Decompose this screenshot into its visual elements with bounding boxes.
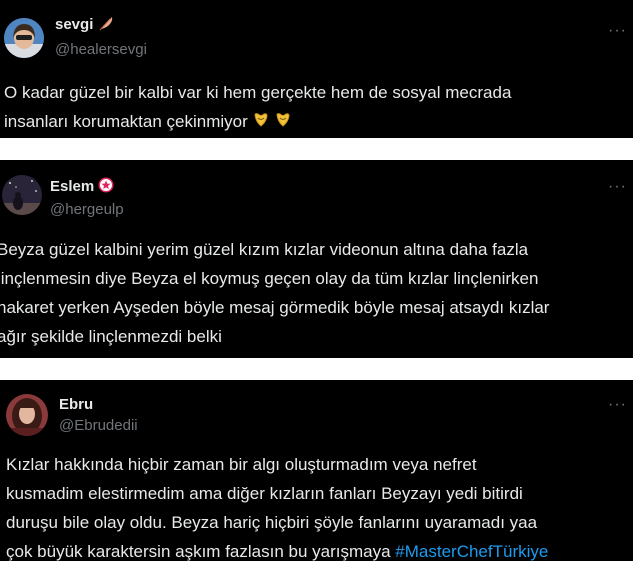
tweet-text-line: Kızlar hakkında hiçbir zaman bir algı ol… — [6, 455, 477, 474]
tweet-text-line: Beyza güzel kalbini yerim güzel kızım kı… — [0, 240, 529, 259]
author-handle[interactable]: @healersevgi — [55, 41, 147, 58]
tweet-text: O kadar güzel bir kalbi var ki hem gerçe… — [4, 78, 511, 137]
more-options-icon[interactable]: ··· — [608, 179, 627, 195]
author-name[interactable]: Ebru — [59, 396, 93, 413]
hashtag-link[interactable]: #MasterChefTürkiye — [395, 542, 548, 561]
author-name[interactable]: sevgi — [55, 16, 93, 33]
author-handle[interactable]: @hergeulp — [50, 201, 124, 218]
more-options-icon[interactable]: ··· — [608, 23, 627, 39]
feather-icon — [98, 15, 114, 35]
tweet-text-line: insanları korumaktan çekinmiyor — [4, 107, 511, 137]
tweet-text: Kızlar hakkında hiçbir zaman bir algı ol… — [6, 450, 548, 561]
tweet-text-line: kusmadim elestirmedim ama diğer kızların… — [6, 484, 523, 503]
tweet-card[interactable]: Ebru @Ebrudedii ··· Kızlar hakkında hiçb… — [0, 380, 633, 561]
tweet-text-line: O kadar güzel bir kalbi var ki hem gerçe… — [4, 83, 512, 102]
author-handle[interactable]: @Ebrudedii — [59, 417, 138, 434]
avatar[interactable] — [6, 394, 48, 436]
tweet-text-line: linçlenmesin diye Beyza el koymuş geçen … — [0, 269, 539, 288]
heart-hands-icon — [253, 108, 297, 137]
tweet-card[interactable]: sevgi @healersevgi ··· O kadar güzel bir… — [0, 0, 633, 138]
tweet-text-line: ağır şekilde linçlenmezdi belki — [0, 327, 222, 346]
more-options-icon[interactable]: ··· — [608, 397, 627, 413]
tweet-card[interactable]: Eslem @hergeulp ··· Beyza güzel kalbini … — [0, 160, 633, 358]
avatar[interactable] — [4, 18, 44, 58]
tweet-text: Beyza güzel kalbini yerim güzel kızım kı… — [0, 235, 549, 351]
tweet-text-line: çok büyük karaktersin aşkım fazlasın bu … — [6, 542, 549, 561]
tweet-text-line: duruşu bile olay oldu. Beyza hariç hiçbi… — [6, 513, 538, 532]
badge-icon — [98, 177, 114, 197]
author-name[interactable]: Eslem — [50, 178, 94, 195]
avatar[interactable] — [2, 175, 42, 215]
tweet-text-line: hakaret yerken Ayşeden böyle mesaj görme… — [0, 298, 550, 317]
